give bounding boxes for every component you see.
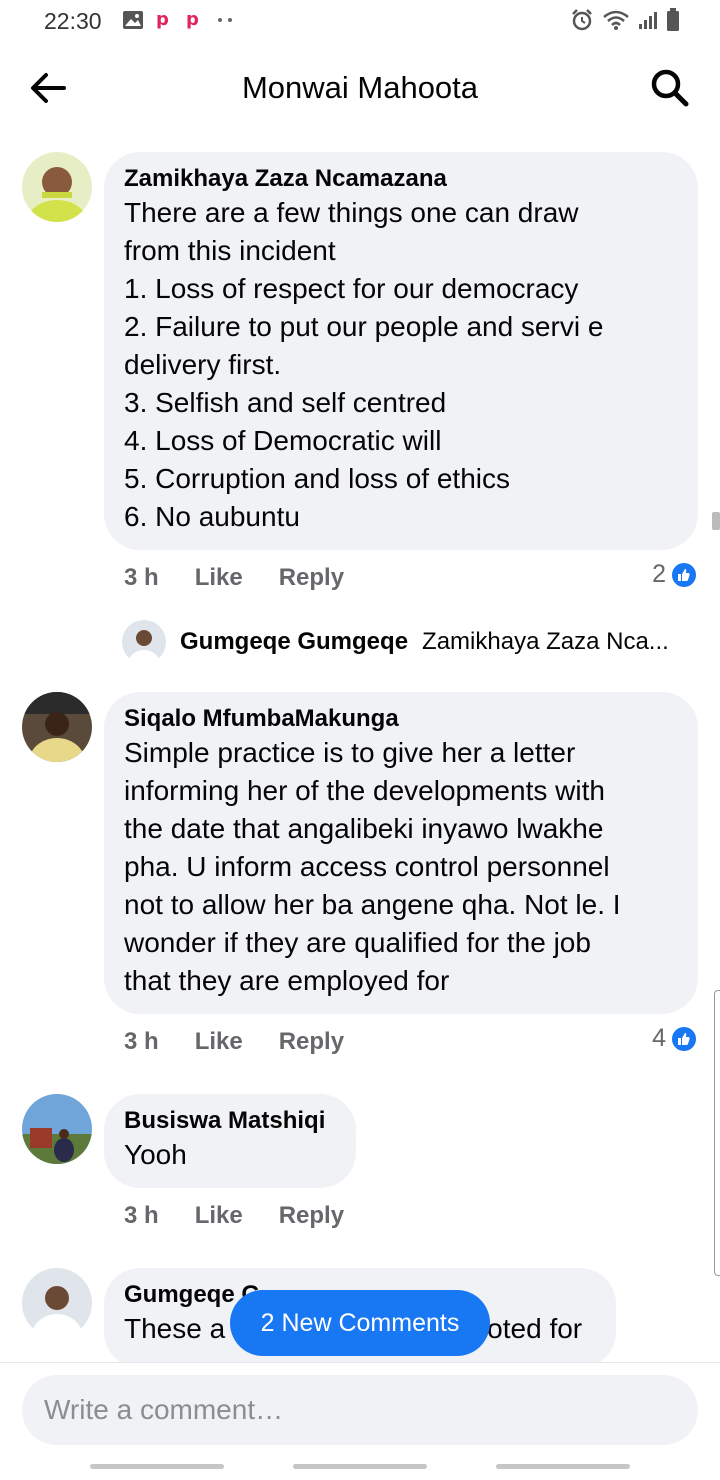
comment-text-start: These a (124, 1313, 226, 1344)
avatar[interactable] (22, 1268, 92, 1338)
avatar[interactable] (22, 692, 92, 762)
page-title: Monwai Mahoota (241, 70, 479, 105)
thumbs-up-icon (670, 560, 698, 589)
reply-button[interactable]: Reply (279, 564, 344, 592)
battery-icon (667, 8, 679, 31)
comment-author[interactable]: Siqalo MfumbaMakunga (124, 704, 678, 734)
like-button[interactable]: Like (195, 1202, 243, 1230)
avatar (122, 620, 166, 664)
more-dots-icon (218, 18, 232, 22)
reply-text: Zamikhaya Zaza Nca... (422, 628, 669, 655)
like-button[interactable]: Like (195, 1028, 243, 1056)
search-button[interactable] (648, 66, 692, 110)
comment-actions: 3 h Like Reply (124, 1202, 344, 1230)
comment-time: 3 h (124, 1028, 159, 1055)
reaction-number: 2 (652, 560, 666, 588)
reaction-count[interactable]: 4 (652, 1024, 698, 1053)
comment-actions: 3 h Like Reply (124, 564, 344, 592)
p-app-icon: 𝗽 (156, 9, 169, 29)
alarm-icon (572, 9, 592, 31)
comment-actions: 3 h Like Reply (124, 1028, 344, 1056)
thumbs-up-icon (670, 1024, 698, 1053)
app-header: Monwai Mahoota (0, 50, 720, 126)
system-nav-bar (0, 1458, 720, 1480)
comment-author[interactable]: Busiswa Matshiqi (124, 1106, 336, 1136)
signal-icon (639, 12, 657, 29)
reaction-count[interactable]: 2 (652, 560, 698, 589)
new-comments-button[interactable]: 2 New Comments (230, 1290, 490, 1356)
comments-list: Zamikhaya Zaza Ncamazana There are a few… (0, 140, 720, 1362)
nav-back-button[interactable] (496, 1464, 630, 1469)
comment-time: 3 h (124, 564, 159, 591)
comment-bubble: Busiswa Matshiqi Yooh (104, 1094, 356, 1188)
gallery-icon (123, 11, 143, 29)
avatar[interactable] (22, 1094, 92, 1164)
comment-text: Yooh (124, 1139, 187, 1170)
comment-text-end: oted for (487, 1313, 583, 1344)
comment-text: Simple practice is to give her a letter … (124, 737, 621, 996)
wifi-icon (603, 10, 629, 30)
reply-button[interactable]: Reply (279, 1202, 344, 1230)
comment-time: 3 h (124, 1202, 159, 1229)
reply-preview[interactable]: Gumgeqe Gumgeqe Zamikhaya Zaza Nca... (122, 620, 669, 664)
status-time: 22:30 (44, 8, 102, 34)
comment-bubble: Zamikhaya Zaza Ncamazana There are a few… (104, 152, 698, 550)
reply-button[interactable]: Reply (279, 1028, 344, 1056)
scroll-indicator (712, 512, 720, 530)
nav-recent-button[interactable] (90, 1464, 224, 1469)
system-icons (570, 8, 680, 32)
p-app-icon: 𝗽 (186, 9, 199, 29)
comment-text: There are a few things one can draw from… (124, 197, 604, 532)
notification-icons: 𝗽 𝗽 (122, 9, 236, 31)
comment-input[interactable] (22, 1375, 698, 1445)
avatar[interactable] (22, 152, 92, 222)
like-button[interactable]: Like (195, 564, 243, 592)
reaction-number: 4 (652, 1024, 666, 1052)
comment-author[interactable]: Zamikhaya Zaza Ncamazana (124, 164, 678, 194)
status-bar: 22:30 𝗽 𝗽 (0, 0, 720, 44)
search-icon (651, 69, 689, 107)
reply-author: Gumgeqe Gumgeqe (180, 628, 409, 655)
nav-home-button[interactable] (293, 1464, 427, 1469)
scrollbar[interactable] (714, 990, 720, 1276)
comment-bubble: Siqalo MfumbaMakunga Simple practice is … (104, 692, 698, 1014)
